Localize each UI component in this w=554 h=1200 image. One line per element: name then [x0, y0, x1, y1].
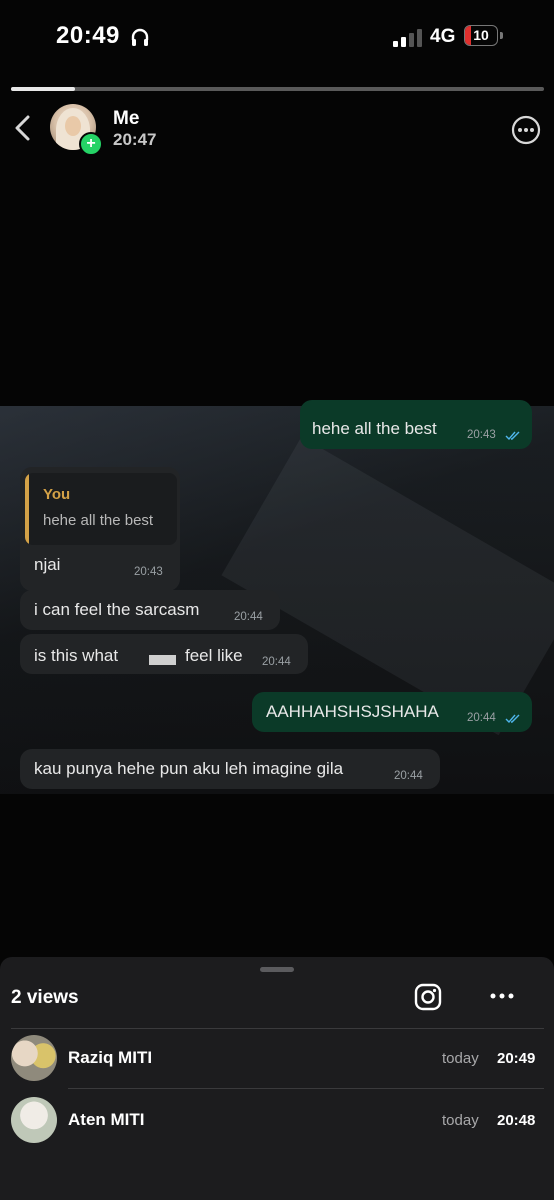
message-text-continued: feel like — [185, 646, 243, 665]
message-text: AAHHAHSHSJSHAHA — [266, 702, 439, 721]
reply-author: You — [43, 486, 71, 503]
viewer-time: 20:48 — [497, 1112, 536, 1129]
battery-percent: 10 — [473, 27, 489, 43]
story-header: + Me 20:47 — [0, 100, 554, 160]
message-bubble-outgoing: hehe all the best 20:43 — [300, 400, 532, 449]
viewer-day: today — [442, 1112, 479, 1129]
message-time: 20:43 — [134, 566, 163, 578]
plus-badge-icon[interactable]: + — [79, 132, 103, 156]
reply-text: hehe all the best — [43, 512, 154, 529]
sheet-grabber[interactable] — [260, 967, 294, 972]
message-time: 20:44 — [262, 656, 291, 668]
message-bubble-incoming: is this what feel like 20:44 — [20, 634, 308, 674]
viewer-time: 20:49 — [497, 1050, 536, 1067]
message-bubble-incoming: kau punya hehe pun aku leh imagine gila … — [20, 749, 440, 789]
double-check-icon — [505, 714, 520, 724]
status-bar: 20:49 4G 10 — [0, 0, 554, 78]
signal-bars-icon — [393, 29, 422, 47]
battery-icon: 10 — [464, 25, 498, 46]
message-time: 20:44 — [394, 770, 423, 782]
message-time: 20:44 — [467, 712, 496, 724]
avatar-face — [65, 116, 81, 136]
divider — [11, 1028, 544, 1029]
divider — [68, 1088, 544, 1089]
views-count: 2 views — [11, 987, 79, 1008]
story-progress-fill — [11, 87, 75, 91]
message-bubble-outgoing: AAHHAHSHSJSHAHA 20:44 — [252, 692, 532, 732]
viewer-day: today — [442, 1050, 479, 1067]
status-time: 20:49 — [56, 22, 120, 49]
message-time: 20:43 — [467, 429, 496, 441]
viewers-sheet[interactable]: 2 views Raziq MITI today 20:49 Aten MITI… — [0, 957, 554, 1200]
viewer-name: Aten MITI — [68, 1110, 145, 1129]
instagram-icon[interactable] — [414, 983, 442, 1011]
viewer-name: Raziq MITI — [68, 1048, 153, 1067]
message-text: i can feel the sarcasm — [34, 600, 200, 619]
chevron-left-icon[interactable] — [12, 114, 34, 142]
headphones-icon — [131, 28, 149, 46]
message-text: hehe all the best — [312, 419, 437, 438]
message-text: njai — [34, 555, 61, 574]
message-bubble-incoming: i can feel the sarcasm 20:44 — [20, 590, 280, 630]
reply-quote-bar — [25, 473, 29, 545]
redaction-mark — [149, 655, 176, 665]
message-text: kau punya hehe pun aku leh imagine gila — [34, 759, 344, 778]
double-check-icon — [505, 431, 520, 441]
message-text: is this what — [34, 646, 119, 665]
ellipsis-circle-icon[interactable] — [511, 115, 541, 145]
story-progress-bar — [11, 87, 544, 91]
message-time: 20:44 — [234, 611, 263, 623]
story-image-glare — [221, 436, 554, 736]
story-posted-time: 20:47 — [113, 130, 157, 149]
network-type: 4G — [430, 26, 456, 47]
avatar[interactable] — [11, 1097, 57, 1143]
ellipsis-icon[interactable] — [490, 993, 514, 999]
avatar[interactable] — [11, 1035, 57, 1081]
reply-quote: You hehe all the best — [25, 473, 177, 545]
story-username: Me — [113, 108, 140, 129]
battery-tip — [500, 32, 503, 39]
